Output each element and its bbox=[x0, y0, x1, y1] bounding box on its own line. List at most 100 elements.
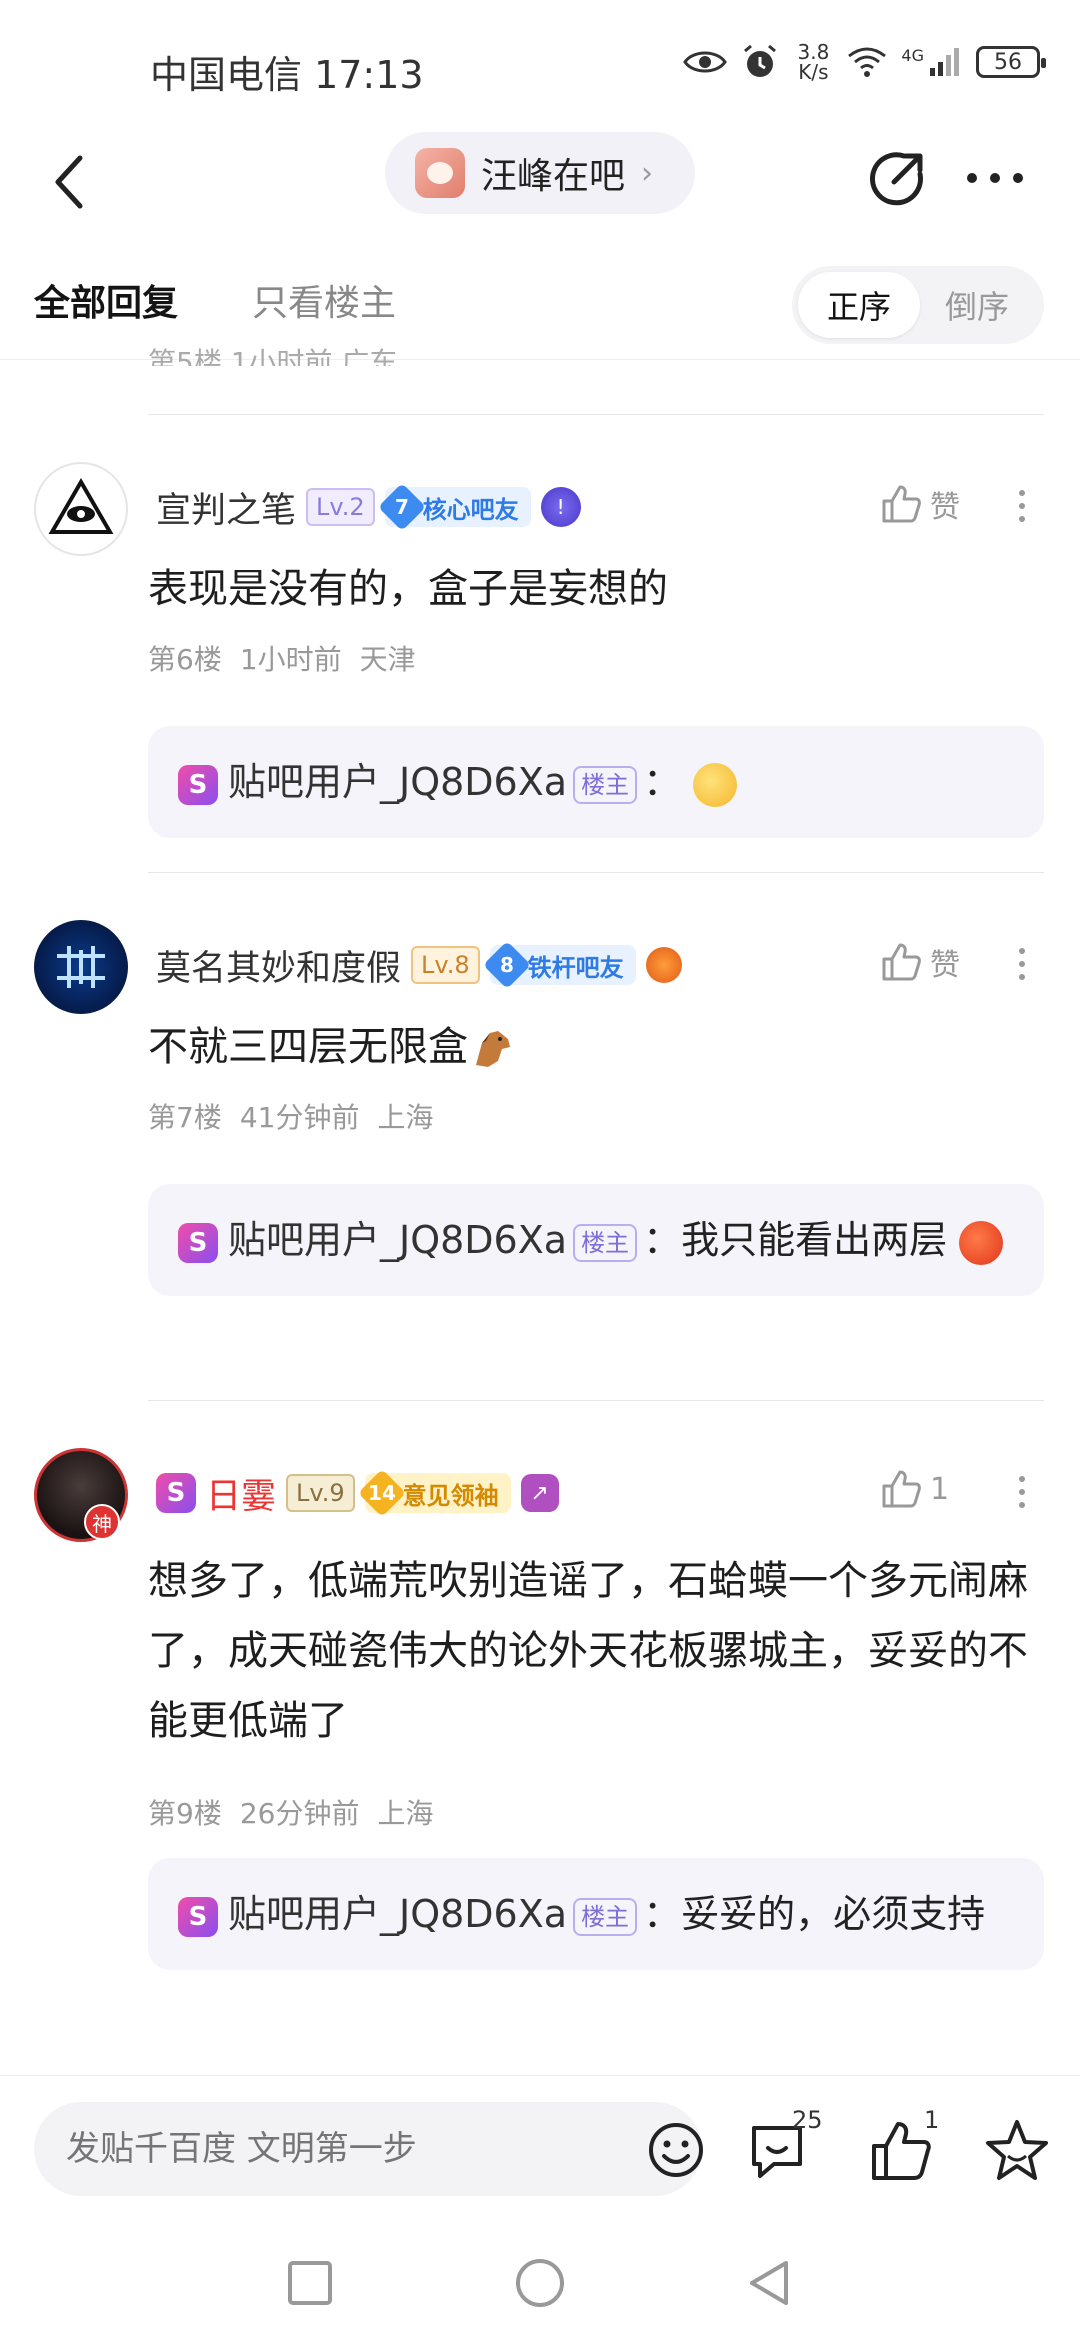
more-options-icon[interactable] bbox=[1010, 1476, 1034, 1508]
reply-input-box[interactable] bbox=[34, 2102, 703, 2196]
thumb-up-icon bbox=[882, 943, 921, 981]
forum-name: 汪峰在吧 bbox=[481, 156, 626, 197]
floor-number: 第7楼 bbox=[148, 1101, 222, 1134]
post-location: 上海 bbox=[377, 1101, 434, 1134]
host-badge: 楼主 bbox=[573, 1223, 638, 1262]
divider bbox=[148, 414, 1044, 415]
tieba-logo-icon: S bbox=[178, 764, 218, 805]
tab-op-only[interactable]: 只看楼主 bbox=[252, 274, 396, 326]
horse-emoji-icon bbox=[476, 1031, 510, 1067]
eye-icon bbox=[683, 51, 728, 73]
post-content: 表现是没有的，盒子是妄想的 bbox=[148, 566, 668, 612]
level-badge: Lv.9 bbox=[286, 1474, 355, 1512]
sort-asc-button[interactable]: 正序 bbox=[798, 272, 920, 338]
divider bbox=[148, 1400, 1044, 1401]
medal-icon: ! bbox=[540, 487, 581, 527]
like-button[interactable]: 1 bbox=[880, 1468, 949, 1510]
more-options-icon[interactable] bbox=[1010, 490, 1034, 522]
status-icons: 3.8 K/s 4G 56 bbox=[683, 40, 1046, 84]
tab-all-replies[interactable]: 全部回复 bbox=[34, 274, 178, 326]
post-content: 想多了，低端荒吹别造谣了，石蛤蟆一个多元闹麻了，成天碰瓷伟大的论外天花板骡城主，… bbox=[148, 1558, 1028, 1744]
level-badge: Lv.2 bbox=[306, 488, 375, 526]
recents-square-icon[interactable] bbox=[282, 2255, 338, 2311]
host-badge: 楼主 bbox=[573, 1897, 638, 1936]
member-tag: 8 铁杆吧友 bbox=[482, 940, 636, 990]
member-tag: 7 核心吧友 bbox=[377, 482, 531, 532]
carrier-time: 中国电信 17:13 bbox=[150, 53, 424, 97]
tieba-logo-icon: S bbox=[178, 1222, 218, 1263]
post-time: 1小时前 bbox=[239, 643, 342, 676]
sagittarius-icon: ↗ bbox=[520, 1474, 559, 1512]
more-options-icon[interactable] bbox=[1010, 948, 1034, 980]
post-text: 不就三四层无限盒 bbox=[148, 1024, 468, 1070]
forum-entry-button[interactable]: 汪峰在吧 › bbox=[385, 132, 695, 214]
post-time: 26分钟前 bbox=[239, 1797, 360, 1830]
tieba-logo-icon: S bbox=[156, 1473, 196, 1513]
post-meta: 第7楼 41分钟前 上海 bbox=[148, 1096, 433, 1136]
medal-icon bbox=[645, 947, 682, 983]
home-circle-icon[interactable] bbox=[512, 2255, 568, 2311]
divider bbox=[148, 872, 1044, 873]
like-label: 赞 bbox=[930, 490, 960, 525]
back-arrow-icon[interactable] bbox=[40, 152, 100, 212]
emoji-angry-icon bbox=[959, 1220, 1004, 1265]
chevron-right-icon: › bbox=[641, 155, 654, 191]
more-icon[interactable] bbox=[960, 148, 1030, 208]
tag-label: 核心吧友 bbox=[422, 495, 519, 524]
post-time: 41分钟前 bbox=[239, 1101, 360, 1134]
star-icon[interactable] bbox=[982, 2116, 1052, 2186]
thumb-up-icon bbox=[882, 1470, 921, 1508]
like-button[interactable]: 赞 bbox=[880, 940, 960, 984]
sub-reply[interactable]: S 贴吧用户_JQ8D6Xa 楼主： bbox=[148, 726, 1044, 838]
thumb-up-icon bbox=[882, 485, 921, 523]
reply-text: ： bbox=[643, 760, 682, 804]
reply-text: ：我只能看出两层 bbox=[643, 1218, 948, 1262]
status-bar: 中国电信 17:13 3.8 K/s 4G 56 bbox=[0, 0, 1080, 130]
back-triangle-icon[interactable] bbox=[742, 2255, 798, 2311]
post-content: 不就三四层无限盒 bbox=[148, 1012, 1048, 1082]
reply-username[interactable]: 贴吧用户_JQ8D6Xa bbox=[228, 760, 567, 804]
network-speed: 3.8 K/s bbox=[797, 40, 830, 84]
floor-number: 第9楼 bbox=[148, 1797, 222, 1830]
like-count: 1 bbox=[924, 2106, 940, 2134]
tieba-logo-icon: S bbox=[178, 1896, 218, 1937]
reply-username[interactable]: 贴吧用户_JQ8D6Xa bbox=[228, 1892, 567, 1936]
avatar[interactable] bbox=[34, 920, 128, 1014]
host-badge: 楼主 bbox=[573, 765, 638, 804]
username[interactable]: 宣判之笔 bbox=[156, 482, 296, 533]
tag-label: 意见领袖 bbox=[402, 1481, 499, 1510]
tag-number: 8 bbox=[482, 940, 531, 990]
reply-text: ：妥妥的，必须支持 bbox=[643, 1892, 986, 1936]
network-type: 4G bbox=[901, 45, 924, 65]
previous-post-meta: 第5楼 1小时前 广东 bbox=[148, 346, 398, 366]
sub-reply[interactable]: S 贴吧用户_JQ8D6Xa 楼主 ：我只能看出两层 bbox=[148, 1184, 1044, 1296]
share-icon[interactable] bbox=[868, 148, 928, 208]
comment-count: 25 bbox=[792, 2106, 823, 2134]
like-count: 1 bbox=[930, 1471, 950, 1507]
sub-reply[interactable]: S 贴吧用户_JQ8D6Xa 楼主 ：妥妥的，必须支持 bbox=[148, 1858, 1044, 1970]
system-navigation-bar bbox=[0, 2225, 1080, 2340]
forum-avatar bbox=[415, 148, 465, 198]
avatar[interactable] bbox=[34, 462, 128, 556]
like-button[interactable]: 赞 bbox=[880, 482, 960, 526]
user-info: 莫名其妙和度假 Lv.8 8 铁杆吧友 bbox=[156, 940, 682, 990]
reply-input[interactable] bbox=[66, 2102, 606, 2196]
member-tag: 14 意见领袖 bbox=[357, 1468, 511, 1518]
tag-number: 7 bbox=[377, 482, 426, 532]
post-meta: 第6楼 1小时前 天津 bbox=[148, 638, 416, 678]
username[interactable]: 莫名其妙和度假 bbox=[156, 940, 401, 991]
alarm-icon bbox=[744, 44, 777, 77]
post-location: 上海 bbox=[377, 1797, 434, 1830]
emoji-grimace-icon bbox=[693, 762, 738, 807]
emoji-icon[interactable] bbox=[646, 2120, 706, 2180]
top-nav: 汪峰在吧 › bbox=[0, 130, 1080, 240]
sort-desc-button[interactable]: 倒序 bbox=[916, 272, 1038, 338]
floor-number: 第6楼 bbox=[148, 643, 222, 676]
battery-icon: 56 bbox=[976, 46, 1046, 78]
reply-username[interactable]: 贴吧用户_JQ8D6Xa bbox=[228, 1218, 567, 1262]
god-badge-icon: 神 bbox=[84, 1504, 120, 1540]
username[interactable]: 日霎 bbox=[206, 1468, 276, 1519]
tag-label: 铁杆吧友 bbox=[527, 953, 624, 982]
like-label: 赞 bbox=[930, 948, 960, 983]
user-info: 宣判之笔 Lv.2 7 核心吧友 ! bbox=[156, 482, 581, 532]
